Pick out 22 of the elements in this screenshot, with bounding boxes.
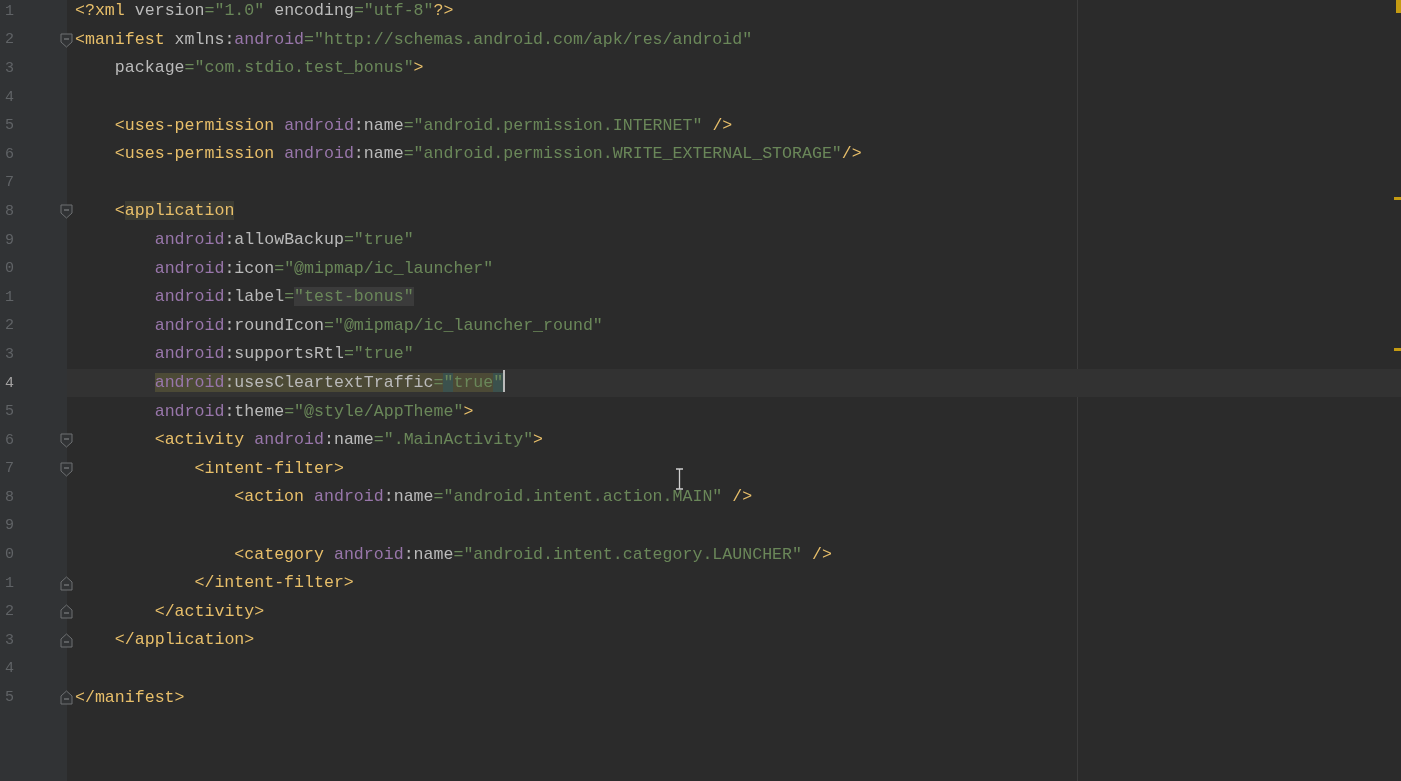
- code-line: <activity android:name=".MainActivity">: [153, 429, 544, 452]
- code-line: </manifest>: [75, 686, 185, 709]
- code-line: <uses-permission android:name="android.permission.WRITE_EXTERNAL_STORAGE"/>: [113, 143, 862, 166]
- code-line: </activity>: [153, 600, 265, 623]
- code-line: <uses-permission android:name="android.permission.INTERNET" />: [113, 114, 733, 137]
- code-line: <manifest xmlns:android="http://schemas.android.com/apk/res/android": [75, 28, 753, 51]
- code-line: <application: [113, 200, 235, 223]
- code-line: <category android:name="android.intent.category.LAUNCHER" />: [233, 543, 832, 566]
- code-line: android:icon="@mipmap/ic_launcher": [153, 257, 494, 280]
- code-line: android:theme="@style/AppTheme">: [153, 400, 474, 423]
- code-line: </application>: [113, 629, 255, 652]
- code-line: android:roundIcon="@mipmap/ic_launcher_round": [153, 314, 603, 337]
- code-line: </intent-filter>: [193, 572, 354, 595]
- code-line: android:usesCleartextTraffic="true": [75, 370, 506, 396]
- code-line: <intent-filter>: [193, 457, 344, 480]
- code-line: package="com.stdio.test_bonus">: [113, 57, 424, 80]
- code-line: <action android:name="android.intent.action.MAIN" />: [233, 486, 753, 509]
- code-line: android:supportsRtl="true": [153, 343, 414, 366]
- code-line: android:label="test-bonus": [153, 286, 414, 309]
- line-number: 4: [4, 374, 14, 392]
- code-line: <?xml version="1.0" encoding="utf-8"?>: [75, 0, 454, 23]
- code-line: android:allowBackup="true": [153, 229, 414, 252]
